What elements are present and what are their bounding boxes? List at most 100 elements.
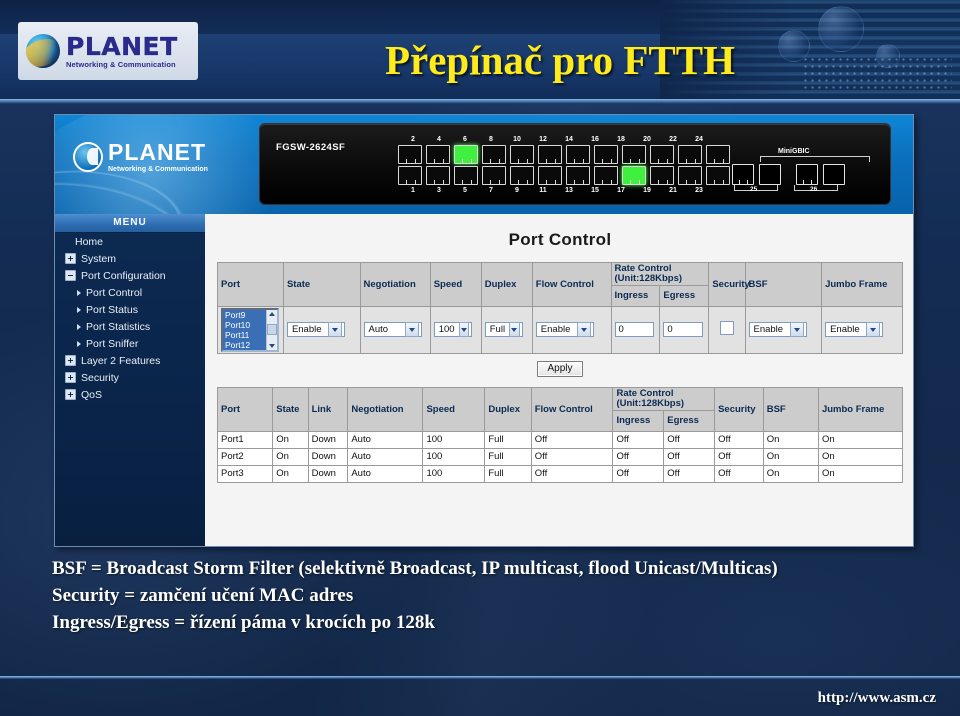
egress-input[interactable]: 0 bbox=[663, 322, 704, 338]
sidebar-item-system[interactable]: System bbox=[55, 250, 205, 267]
slide-root: PLANET Networking & Communication Přepín… bbox=[0, 0, 960, 716]
arrow-right-icon[interactable] bbox=[77, 323, 81, 330]
port-jack bbox=[678, 145, 702, 164]
state-select[interactable]: Enable bbox=[286, 322, 345, 338]
port-option[interactable]: Port12 bbox=[223, 339, 266, 350]
cell-speed[interactable]: 100 bbox=[429, 305, 482, 354]
minigbic-port-row bbox=[732, 164, 845, 185]
sidebar-item-port-control[interactable]: Port Control bbox=[55, 284, 205, 301]
port-number-label: 18 bbox=[617, 136, 625, 143]
cell-egress: Off bbox=[663, 464, 716, 483]
sidebar-item-layer-2-features[interactable]: Layer 2 Features bbox=[55, 352, 205, 369]
cell-port: Port1 bbox=[216, 430, 274, 449]
apply-button-row: Apply bbox=[217, 354, 903, 387]
port-option[interactable]: Port9 bbox=[223, 309, 266, 320]
speed-select[interactable]: 100 bbox=[433, 322, 472, 338]
note-line-ingress-egress: Ingress/Egress = řízení páma v krocích p… bbox=[52, 611, 435, 633]
port-jack bbox=[398, 166, 422, 185]
sidebar-item-port-sniffer[interactable]: Port Sniffer bbox=[55, 335, 205, 352]
cell-ingress[interactable]: 0 bbox=[610, 305, 661, 354]
cell-bsf[interactable]: Enable bbox=[744, 305, 823, 354]
minus-box-icon[interactable] bbox=[65, 270, 76, 281]
plus-box-icon[interactable] bbox=[65, 372, 76, 383]
jumbo-frame-select[interactable]: Enable bbox=[825, 322, 884, 338]
header-port: Port bbox=[216, 386, 274, 432]
web-ui-logo: PLANET Networking & Communication bbox=[73, 141, 208, 173]
scroll-up-icon[interactable] bbox=[269, 311, 275, 316]
chevron-down-icon[interactable] bbox=[327, 322, 342, 338]
port-multiselect[interactable]: Port9 Port10 Port11 Port12 bbox=[221, 307, 279, 352]
bsf-select[interactable]: Enable bbox=[748, 322, 807, 338]
note-line-bsf: BSF = Broadcast Storm Filter (selektivně… bbox=[52, 558, 778, 579]
cell-state[interactable]: Enable bbox=[282, 305, 361, 354]
port-number-label: 1 bbox=[411, 187, 415, 194]
plus-box-icon[interactable] bbox=[65, 253, 76, 264]
logo-wordmark: PLANET Networking & Communication bbox=[66, 34, 178, 69]
table-row: Port3 On Down Auto 100 Full Off Off Off Off On On bbox=[216, 464, 904, 483]
port-jack bbox=[566, 166, 590, 185]
port-number-label: 14 bbox=[565, 136, 573, 143]
cell-security[interactable] bbox=[708, 305, 746, 354]
sidebar-item-qos[interactable]: QoS bbox=[55, 386, 205, 403]
form-table-header-row: Port State Negotiation Speed Duplex Flow… bbox=[217, 262, 903, 307]
header-state: State bbox=[282, 262, 361, 307]
sidebar-item-port-statistics[interactable]: Port Statistics bbox=[55, 318, 205, 335]
gbic-port-number: 25 bbox=[750, 186, 758, 193]
port-list-scrollbar[interactable] bbox=[266, 309, 277, 350]
arrow-right-icon[interactable] bbox=[77, 306, 81, 313]
chevron-down-icon[interactable] bbox=[789, 322, 804, 338]
port-option[interactable]: Port10 bbox=[223, 319, 266, 330]
ingress-input[interactable]: 0 bbox=[614, 322, 655, 338]
security-checkbox[interactable] bbox=[719, 321, 734, 336]
sidebar-item-security[interactable]: Security bbox=[55, 369, 205, 386]
port-jack bbox=[678, 166, 702, 185]
logo-brand-name: PLANET bbox=[66, 31, 178, 61]
form-table-input-row: Port9 Port10 Port11 Port12 Enable Auto 1… bbox=[217, 305, 903, 354]
web-ui-header: PLANET Networking & Communication FGSW-2… bbox=[55, 115, 913, 214]
header-bsf: BSF bbox=[762, 386, 819, 432]
cell-flow-control[interactable]: Enable bbox=[531, 305, 612, 354]
minigbic-label: MiniGBIC bbox=[778, 148, 810, 155]
port-number-label: 8 bbox=[489, 136, 493, 143]
cell-jumbo-frame[interactable]: Enable bbox=[821, 305, 903, 354]
port-number-label: 7 bbox=[489, 187, 493, 194]
cell-negotiation[interactable]: Auto bbox=[359, 305, 431, 354]
sidebar-menu: MENU Home System Port Configuration Port Co… bbox=[55, 214, 205, 546]
rate-control-line2: (Unit:128Kbps) bbox=[616, 397, 685, 409]
plus-box-icon[interactable] bbox=[65, 355, 76, 366]
chevron-down-icon[interactable] bbox=[576, 322, 591, 338]
table-row: Port2 On Down Auto 100 Full Off Off Off Off On On bbox=[216, 447, 904, 466]
scrollbar-thumb[interactable] bbox=[267, 324, 277, 336]
port-option[interactable]: Port11 bbox=[223, 329, 266, 340]
port-number-label: 19 bbox=[643, 187, 651, 194]
rate-control-line2: (Unit:128Kbps) bbox=[614, 272, 683, 284]
chevron-down-icon[interactable] bbox=[458, 322, 469, 338]
cell-duplex[interactable]: Full bbox=[480, 305, 533, 354]
arrow-right-icon[interactable] bbox=[77, 340, 81, 347]
cell-egress[interactable]: 0 bbox=[659, 305, 710, 354]
port-option-list[interactable]: Port9 Port10 Port11 Port12 bbox=[223, 309, 266, 350]
port-jack bbox=[538, 145, 562, 164]
port-number-label: 6 bbox=[463, 136, 467, 143]
negotiation-select[interactable]: Auto bbox=[363, 322, 422, 338]
duplex-select[interactable]: Full bbox=[484, 322, 523, 338]
status-table-header-row: Port State Link Negotiation Speed Duplex… bbox=[216, 386, 904, 432]
cell-port-select[interactable]: Port9 Port10 Port11 Port12 bbox=[217, 305, 284, 354]
cell-negotiation: Auto bbox=[347, 464, 424, 483]
chevron-down-icon[interactable] bbox=[866, 322, 881, 338]
plus-box-icon[interactable] bbox=[65, 389, 76, 400]
page-title: Přepínač pro FTTH bbox=[384, 37, 736, 83]
scroll-down-icon[interactable] bbox=[269, 343, 275, 348]
header-egress: Egress bbox=[663, 409, 716, 432]
port-number-label: 21 bbox=[669, 187, 677, 194]
web-ui-brand-tagline: Networking & Communication bbox=[108, 166, 208, 173]
sidebar-item-port-configuration[interactable]: Port Configuration bbox=[55, 267, 205, 284]
flow-control-select[interactable]: Enable bbox=[535, 322, 594, 338]
apply-button[interactable]: Apply bbox=[537, 360, 583, 377]
chevron-down-icon[interactable] bbox=[509, 322, 520, 338]
chevron-down-icon[interactable] bbox=[404, 322, 419, 338]
sidebar-item-home[interactable]: Home bbox=[55, 233, 205, 250]
arrow-right-icon[interactable] bbox=[77, 289, 81, 296]
sidebar-item-port-status[interactable]: Port Status bbox=[55, 301, 205, 318]
cell-flow-control: Off bbox=[530, 447, 614, 466]
